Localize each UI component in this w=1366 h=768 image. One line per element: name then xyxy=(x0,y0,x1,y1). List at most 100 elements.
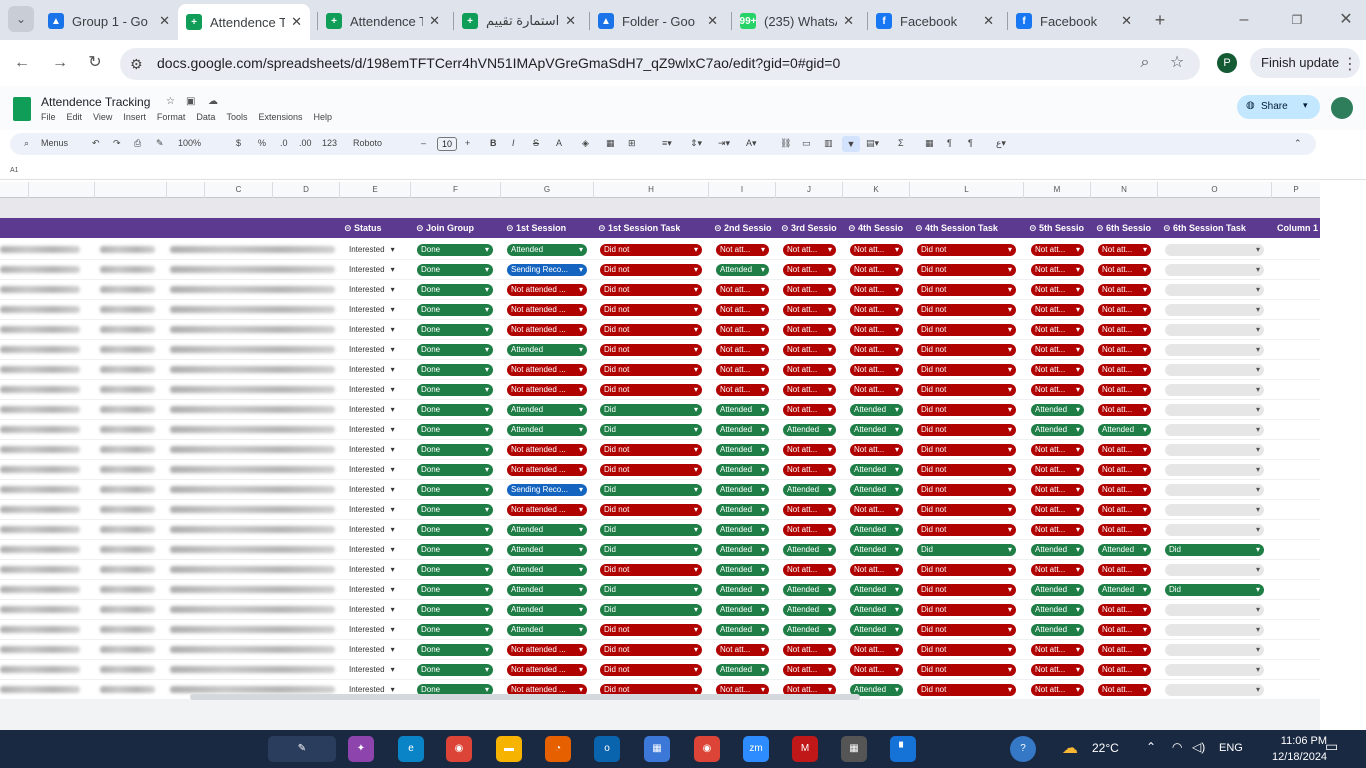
session-chip[interactable]: Attended xyxy=(716,624,769,636)
input-tools-icon[interactable]: ع▾ xyxy=(996,138,1006,149)
url-text[interactable]: docs.google.com/spreadsheets/d/198emTFTC… xyxy=(157,55,840,71)
status-cell[interactable]: Interested xyxy=(349,424,395,436)
fourth-task-chip[interactable]: Did not xyxy=(917,604,1016,616)
session-chip[interactable]: Not att... xyxy=(783,464,836,476)
first-task-chip[interactable]: Did xyxy=(600,484,702,496)
menu-data[interactable]: Data xyxy=(196,112,215,122)
fourth-task-chip[interactable]: Did xyxy=(917,544,1016,556)
header-6th-session-task[interactable]: ⊝ 6th Session Task xyxy=(1163,218,1246,238)
first-session-chip[interactable]: Not attended ... xyxy=(507,284,587,296)
session-chip[interactable]: Attended xyxy=(850,524,903,536)
session-chip[interactable]: Not att... xyxy=(1031,444,1084,456)
column-header-blank[interactable] xyxy=(166,182,204,198)
tab-close-icon[interactable]: ✕ xyxy=(159,13,170,29)
session-chip[interactable]: Not att... xyxy=(716,324,769,336)
fourth-task-chip[interactable]: Did not xyxy=(917,264,1016,276)
back-arrow-icon[interactable]: ← xyxy=(10,51,34,75)
zoom-icon[interactable]: zm xyxy=(743,736,769,762)
sixth-task-chip[interactable] xyxy=(1165,324,1264,336)
session-chip[interactable]: Not att... xyxy=(1098,344,1151,356)
session-chip[interactable]: Not att... xyxy=(1031,484,1084,496)
column-header-g[interactable]: G xyxy=(500,182,593,198)
filter-icon[interactable]: ▼ xyxy=(842,136,860,152)
collapse-toolbar-icon[interactable]: ⌃ xyxy=(1294,138,1302,149)
star-icon[interactable]: ☆ xyxy=(166,96,175,107)
menu-extensions[interactable]: Extensions xyxy=(258,112,302,122)
firefox-icon[interactable]: ◔ xyxy=(545,736,571,762)
session-chip[interactable]: Not att... xyxy=(716,284,769,296)
cloud-status-icon[interactable]: ☁ xyxy=(208,96,218,107)
forward-arrow-icon[interactable]: → xyxy=(48,51,72,75)
ltr-icon[interactable]: ¶ xyxy=(947,138,952,148)
status-cell[interactable]: Interested xyxy=(349,644,395,656)
join-group-chip[interactable]: Done xyxy=(417,544,493,556)
copilot-icon[interactable]: ✦ xyxy=(348,736,374,762)
header-4th-sessio[interactable]: ⊝ 4th Sessio xyxy=(848,218,903,238)
currency-button[interactable]: $ xyxy=(236,138,241,148)
session-chip[interactable]: Not att... xyxy=(783,404,836,416)
strikethrough-button[interactable]: S xyxy=(533,138,539,148)
column-header-c[interactable]: C xyxy=(204,182,272,198)
sixth-task-chip[interactable] xyxy=(1165,344,1264,356)
first-session-chip[interactable]: Not attended ... xyxy=(507,364,587,376)
session-chip[interactable]: Attended xyxy=(716,504,769,516)
sheets-logo-icon[interactable] xyxy=(13,97,31,121)
weather-icon[interactable]: ☁ xyxy=(1062,738,1078,758)
session-chip[interactable]: Not att... xyxy=(1031,324,1084,336)
fourth-task-chip[interactable]: Did not xyxy=(917,504,1016,516)
session-chip[interactable]: Attended xyxy=(716,404,769,416)
tab-3[interactable]: + Attendence T ✕ xyxy=(318,6,448,36)
session-chip[interactable]: Not att... xyxy=(850,664,903,676)
sixth-task-chip[interactable] xyxy=(1165,364,1264,376)
status-cell[interactable]: Interested xyxy=(349,264,395,276)
tab-close-icon[interactable]: ✕ xyxy=(429,13,440,29)
menu-tools[interactable]: Tools xyxy=(226,112,247,122)
header-3rd-sessio[interactable]: ⊝ 3rd Sessio xyxy=(781,218,837,238)
join-group-chip[interactable]: Done xyxy=(417,644,493,656)
site-info-icon[interactable]: ⚙ xyxy=(130,56,143,73)
comment-icon[interactable]: ▭ xyxy=(802,138,811,149)
fourth-task-chip[interactable]: Did not xyxy=(917,564,1016,576)
session-chip[interactable]: Not att... xyxy=(1098,244,1151,256)
first-task-chip[interactable]: Did xyxy=(600,584,702,596)
filter-views-icon[interactable]: ▤▾ xyxy=(866,138,879,149)
first-task-chip[interactable]: Did not xyxy=(600,564,702,576)
session-chip[interactable]: Not att... xyxy=(783,524,836,536)
join-group-chip[interactable]: Done xyxy=(417,344,493,356)
merge-cells-icon[interactable]: ⊞ xyxy=(628,138,636,149)
status-cell[interactable]: Interested xyxy=(349,464,395,476)
session-chip[interactable]: Not att... xyxy=(783,364,836,376)
sixth-task-chip[interactable] xyxy=(1165,684,1264,696)
join-group-chip[interactable]: Done xyxy=(417,584,493,596)
tab-search-chevron-icon[interactable]: ⌄ xyxy=(8,6,34,32)
search-menus-icon[interactable]: ⌕ xyxy=(24,138,29,149)
sixth-task-chip[interactable]: Did xyxy=(1165,544,1264,556)
column-header-k[interactable]: K xyxy=(842,182,909,198)
join-group-chip[interactable]: Done xyxy=(417,484,493,496)
session-chip[interactable]: Not att... xyxy=(1098,644,1151,656)
session-chip[interactable]: Not att... xyxy=(1031,504,1084,516)
first-task-chip[interactable]: Did not xyxy=(600,624,702,636)
chrome-icon[interactable]: ◉ xyxy=(446,736,472,762)
status-cell[interactable]: Interested xyxy=(349,544,395,556)
session-chip[interactable]: Not att... xyxy=(1031,684,1084,696)
column-header-e[interactable]: E xyxy=(339,182,410,198)
print-icon[interactable]: ⎙ xyxy=(134,138,141,149)
header-5th-sessio[interactable]: ⊝ 5th Sessio xyxy=(1029,218,1084,238)
edge-icon[interactable]: e xyxy=(398,736,424,762)
first-session-chip[interactable]: Attended xyxy=(507,244,587,256)
session-chip[interactable]: Not att... xyxy=(1098,484,1151,496)
session-chip[interactable]: Attended xyxy=(1031,544,1084,556)
status-cell[interactable]: Interested xyxy=(349,364,395,376)
session-chip[interactable]: Not att... xyxy=(1098,504,1151,516)
first-session-chip[interactable]: Attended xyxy=(507,564,587,576)
first-session-chip[interactable]: Attended xyxy=(507,404,587,416)
document-title[interactable]: Attendence Tracking xyxy=(41,95,150,109)
tray-chevron-icon[interactable]: ⌃ xyxy=(1146,740,1156,754)
profile-avatar[interactable]: P xyxy=(1217,53,1237,73)
first-task-chip[interactable]: Did not xyxy=(600,284,702,296)
session-chip[interactable]: Attended xyxy=(1031,424,1084,436)
column-header-f[interactable]: F xyxy=(410,182,500,198)
header-4th-session-task[interactable]: ⊝ 4th Session Task xyxy=(915,218,998,238)
session-chip[interactable]: Not att... xyxy=(716,344,769,356)
